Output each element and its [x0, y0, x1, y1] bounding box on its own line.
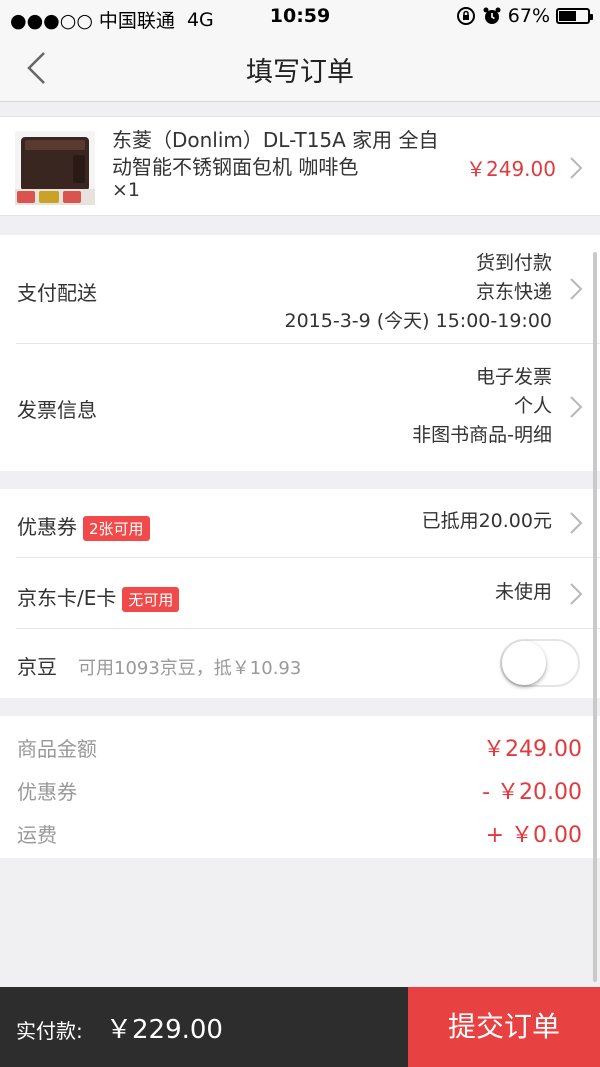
- status-bar: ●●●○○ 中国联通 4G 10:59 67%: [0, 0, 600, 34]
- pay-amount: ￥229.00: [106, 1015, 223, 1045]
- invoice-row[interactable]: 发票信息 电子发票 个人 非图书商品-明细: [0, 344, 600, 471]
- summary-value-coupon: - ￥20.00: [482, 780, 582, 805]
- invoice-title: 个人: [513, 395, 552, 417]
- jdcard-label: 京东卡/E卡: [17, 586, 117, 610]
- product-quantity: ×1: [112, 179, 141, 201]
- delivery-label: 支付配送: [17, 281, 97, 305]
- alarm-icon: [483, 7, 501, 24]
- courier: 京东快递: [475, 281, 552, 303]
- product-price: ￥249.00: [466, 157, 556, 181]
- summary-value-shipping: + ￥0.00: [485, 823, 582, 848]
- delivery-time: 2015-3-9 (今天) 15:00-19:00: [284, 310, 552, 332]
- chevron-right-icon: [570, 583, 583, 605]
- battery-percent: 67%: [507, 5, 550, 27]
- coupon-label-wrap: 优惠券 2张可用: [17, 511, 150, 541]
- delivery-details: 货到付款 京东快递 2015-3-9 (今天) 15:00-19:00: [284, 249, 552, 336]
- invoice-label: 发票信息: [17, 398, 97, 422]
- jingdou-label: 京豆: [17, 655, 57, 679]
- page-title: 填写订单: [246, 57, 354, 88]
- chevron-right-icon: [570, 157, 583, 179]
- coupon-label: 优惠券: [17, 515, 77, 539]
- invoice-details: 电子发票 个人 非图书商品-明细: [412, 363, 552, 450]
- jdcard-unavailable-badge: 无可用: [122, 587, 180, 612]
- battery-icon: [556, 8, 593, 24]
- price-summary: 商品金额 ￥249.00 优惠券 - ￥20.00 运费 + ￥0.00: [0, 716, 600, 858]
- invoice-type: 电子发票: [475, 366, 552, 388]
- invoice-content: 非图书商品-明细: [412, 424, 552, 446]
- scroll-indicator[interactable]: [593, 252, 597, 982]
- rotation-lock-icon: [456, 7, 475, 25]
- jdcard-row[interactable]: 京东卡/E卡 无可用 未使用: [0, 558, 600, 628]
- product-title: 东菱（Donlim）DL-T15A 家用 全自动智能不锈钢面包机 咖啡色: [112, 128, 439, 179]
- delivery-invoice-section: 支付配送 货到付款 京东快递 2015-3-9 (今天) 15:00-19:00…: [0, 235, 600, 471]
- nav-bar: 填写订单: [0, 34, 600, 102]
- jingdou-toggle[interactable]: [500, 639, 580, 687]
- chevron-right-icon: [570, 278, 583, 300]
- jingdou-row: 京豆 可用1093京豆，抵￥10.93: [0, 629, 600, 698]
- summary-label-shipping: 运费: [17, 823, 57, 847]
- delivery-row[interactable]: 支付配送 货到付款 京东快递 2015-3-9 (今天) 15:00-19:00: [0, 235, 600, 343]
- coupon-available-badge: 2张可用: [83, 516, 150, 541]
- jdcard-value: 未使用: [494, 581, 552, 603]
- coupon-value: 已抵用20.00元: [421, 510, 552, 532]
- product-image: [15, 131, 95, 205]
- chevron-right-icon: [570, 396, 583, 418]
- pay-label: 实付款:: [16, 1019, 83, 1043]
- product-row[interactable]: 东菱（Donlim）DL-T15A 家用 全自动智能不锈钢面包机 咖啡色 ×1 …: [0, 116, 600, 216]
- bottom-bar: 实付款: ￥229.00 提交订单: [0, 987, 600, 1067]
- payment-method: 货到付款: [475, 252, 552, 274]
- coupon-row[interactable]: 优惠券 2张可用 已抵用20.00元: [0, 489, 600, 557]
- summary-label-goods: 商品金额: [17, 737, 97, 761]
- summary-label-coupon: 优惠券: [17, 780, 77, 804]
- jingdou-hint: 可用1093京豆，抵￥10.93: [78, 658, 302, 679]
- chevron-right-icon: [570, 512, 583, 534]
- submit-order-button[interactable]: 提交订单: [408, 987, 600, 1067]
- toggle-knob: [502, 641, 546, 685]
- discount-section: 优惠券 2张可用 已抵用20.00元 京东卡/E卡 无可用 未使用 京豆 可用109…: [0, 489, 600, 698]
- jdcard-label-wrap: 京东卡/E卡 无可用: [17, 582, 180, 612]
- summary-value-goods: ￥249.00: [483, 737, 582, 762]
